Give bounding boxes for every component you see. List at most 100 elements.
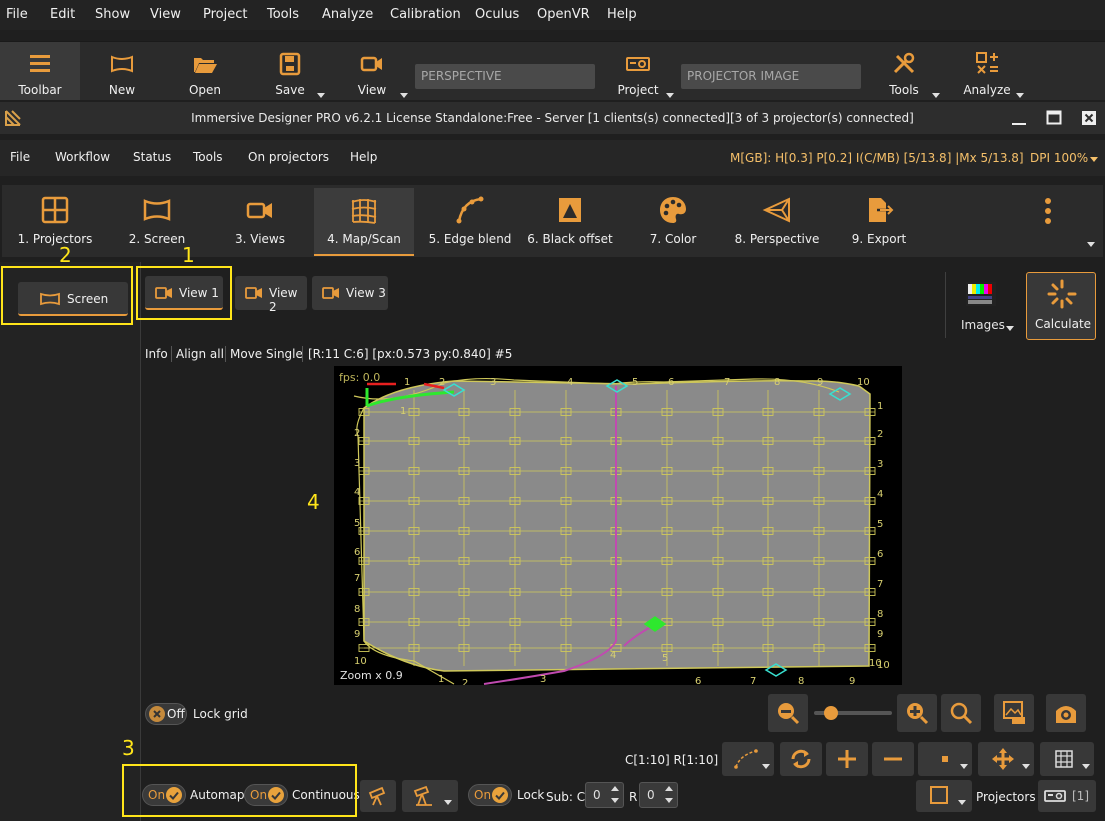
projector-image-field[interactable]: PROJECTOR IMAGE bbox=[681, 64, 861, 89]
grid-col-label: 9 bbox=[817, 377, 823, 388]
search-icon bbox=[950, 702, 973, 725]
sub-c-spinbox[interactable]: 0 bbox=[585, 782, 624, 808]
menu-project[interactable]: Project bbox=[203, 7, 247, 22]
tools-dropdown-icon[interactable] bbox=[932, 93, 940, 98]
app-menu-tools[interactable]: Tools bbox=[193, 150, 223, 164]
zoom-fit-button[interactable] bbox=[941, 694, 981, 732]
scan-tool-button[interactable] bbox=[402, 780, 458, 812]
step-projectors-label: 1. Projectors bbox=[17, 232, 93, 246]
move-single-button[interactable]: Move Single bbox=[230, 347, 303, 361]
menu-openvr[interactable]: OpenVR bbox=[537, 7, 590, 22]
lock-grid-toggle[interactable]: Off bbox=[145, 703, 187, 725]
toolbar-label: Toolbar bbox=[18, 83, 62, 97]
curve-mode-button[interactable] bbox=[722, 742, 774, 776]
menu-help[interactable]: Help bbox=[607, 7, 637, 22]
analyze-button[interactable]: Analyze bbox=[960, 42, 1014, 100]
app-menu-on-projectors[interactable]: On projectors bbox=[248, 150, 329, 164]
save-button[interactable]: Save bbox=[262, 42, 318, 100]
zoom-in-button[interactable] bbox=[897, 694, 937, 732]
tools-button[interactable]: Tools bbox=[878, 42, 930, 100]
camera-capture-button[interactable] bbox=[1046, 694, 1086, 732]
analyze-dropdown-icon[interactable] bbox=[1016, 93, 1024, 98]
step-color[interactable]: 7. Color bbox=[628, 188, 718, 254]
zoom-out-button[interactable] bbox=[768, 694, 808, 732]
grid-col-label: 1 bbox=[404, 377, 410, 388]
menu-calibration[interactable]: Calibration bbox=[390, 7, 461, 22]
maximize-icon[interactable] bbox=[1046, 110, 1062, 126]
palette-icon bbox=[660, 197, 686, 223]
menu-analyze[interactable]: Analyze bbox=[322, 7, 373, 22]
project-dropdown-icon[interactable] bbox=[666, 93, 674, 98]
zoom-slider-handle[interactable] bbox=[824, 706, 838, 720]
save-dropdown-icon[interactable] bbox=[317, 93, 325, 98]
hdr-image-button[interactable] bbox=[994, 694, 1034, 732]
view-button[interactable]: View bbox=[345, 42, 399, 100]
calculate-button[interactable]: Calculate bbox=[1026, 272, 1096, 340]
app-menu-help[interactable]: Help bbox=[350, 150, 377, 164]
black-offset-icon bbox=[559, 198, 581, 222]
laser-pointer-button[interactable] bbox=[360, 780, 396, 812]
close-icon[interactable] bbox=[1081, 110, 1097, 126]
r-spinbox[interactable]: 0 bbox=[639, 782, 678, 808]
projectors-button[interactable]: [1] bbox=[1038, 780, 1096, 812]
dpi-dropdown-icon[interactable] bbox=[1090, 157, 1098, 162]
app-menu-file[interactable]: File bbox=[10, 150, 30, 164]
step-perspective[interactable]: 8. Perspective bbox=[730, 188, 824, 254]
move-button[interactable] bbox=[978, 742, 1034, 776]
perspective-field[interactable]: PERSPECTIVE bbox=[415, 64, 595, 89]
annotation-number-1: 1 bbox=[182, 243, 195, 267]
app-menu-workflow[interactable]: Workflow bbox=[55, 150, 110, 164]
zoom-slider[interactable] bbox=[814, 706, 892, 720]
screen-icon bbox=[111, 55, 133, 73]
info-button[interactable]: Info bbox=[145, 347, 168, 361]
toolbar-toggle-button[interactable]: Toolbar bbox=[0, 42, 80, 100]
mapping-grid-canvas[interactable]: 1 2 3 4 5 6 7 8 9 10 1 2 3 4 5 6 7 8 9 10 1 2 3 4 5 6 7 8 9 10 1 2 3 4 5 6 7… bbox=[334, 366, 902, 685]
menu-oculus[interactable]: Oculus bbox=[475, 7, 519, 22]
more-vertical-icon[interactable] bbox=[1042, 197, 1054, 227]
menu-show[interactable]: Show bbox=[95, 7, 130, 22]
refresh-button[interactable] bbox=[780, 742, 822, 776]
new-button[interactable]: New bbox=[92, 42, 152, 100]
minimize-icon[interactable] bbox=[1011, 112, 1027, 126]
align-all-button[interactable]: Align all bbox=[176, 347, 224, 361]
step-map-scan[interactable]: 4. Map/Scan bbox=[314, 188, 414, 256]
perspective-icon bbox=[762, 197, 790, 223]
spin-down-icon[interactable] bbox=[611, 798, 619, 803]
grid-col-label: 1 bbox=[438, 674, 444, 685]
images-button[interactable]: Images bbox=[952, 276, 1018, 336]
camera-icon bbox=[360, 56, 382, 72]
spin-up-icon[interactable] bbox=[665, 786, 673, 791]
refresh-icon bbox=[791, 749, 811, 769]
tab-view-2[interactable]: View 2 bbox=[235, 276, 307, 314]
step-views[interactable]: 3. Views bbox=[217, 188, 303, 254]
menu-edit[interactable]: Edit bbox=[50, 7, 75, 22]
grid-layout-button[interactable] bbox=[1040, 742, 1094, 776]
app-menu-status[interactable]: Status bbox=[133, 150, 171, 164]
menu-file[interactable]: File bbox=[6, 7, 28, 22]
project-button[interactable]: Project bbox=[612, 42, 664, 100]
lock-toggle[interactable]: On bbox=[468, 784, 512, 806]
tab-view-3[interactable]: View 3 bbox=[312, 276, 388, 310]
open-button[interactable]: Open bbox=[175, 42, 235, 100]
divider bbox=[171, 346, 172, 362]
step-export[interactable]: 9. Export bbox=[836, 188, 922, 254]
window-titlebar: Immersive Designer PRO v6.2.1 License St… bbox=[0, 102, 1105, 134]
step-projectors[interactable]: 1. Projectors bbox=[10, 188, 100, 254]
view-dropdown-icon[interactable] bbox=[400, 93, 408, 98]
add-point-button[interactable] bbox=[826, 742, 868, 776]
dpi-selector[interactable]: DPI 100% bbox=[1030, 151, 1088, 165]
selection-shape-button[interactable] bbox=[916, 780, 972, 812]
spin-down-icon[interactable] bbox=[665, 798, 673, 803]
step-edge-blend[interactable]: 5. Edge blend bbox=[422, 188, 518, 254]
point-size-button[interactable] bbox=[918, 742, 972, 776]
menu-view[interactable]: View bbox=[150, 7, 181, 22]
toolbar-overflow-icon[interactable] bbox=[1087, 242, 1095, 247]
grid-col-label: 3 bbox=[490, 377, 496, 388]
grid-col-label: 10 bbox=[869, 658, 882, 669]
calculate-label: Calculate bbox=[1035, 317, 1092, 331]
warp-grid[interactable]: 1 2 3 4 5 6 7 8 9 10 1 2 3 4 5 6 7 8 9 10 1 2 3 4 5 6 7 8 9 10 1 2 3 4 5 6 7… bbox=[334, 366, 902, 685]
step-black-offset[interactable]: 6. Black offset bbox=[522, 188, 618, 254]
remove-point-button[interactable] bbox=[872, 742, 914, 776]
menu-tools[interactable]: Tools bbox=[267, 7, 299, 22]
spin-up-icon[interactable] bbox=[611, 786, 619, 791]
